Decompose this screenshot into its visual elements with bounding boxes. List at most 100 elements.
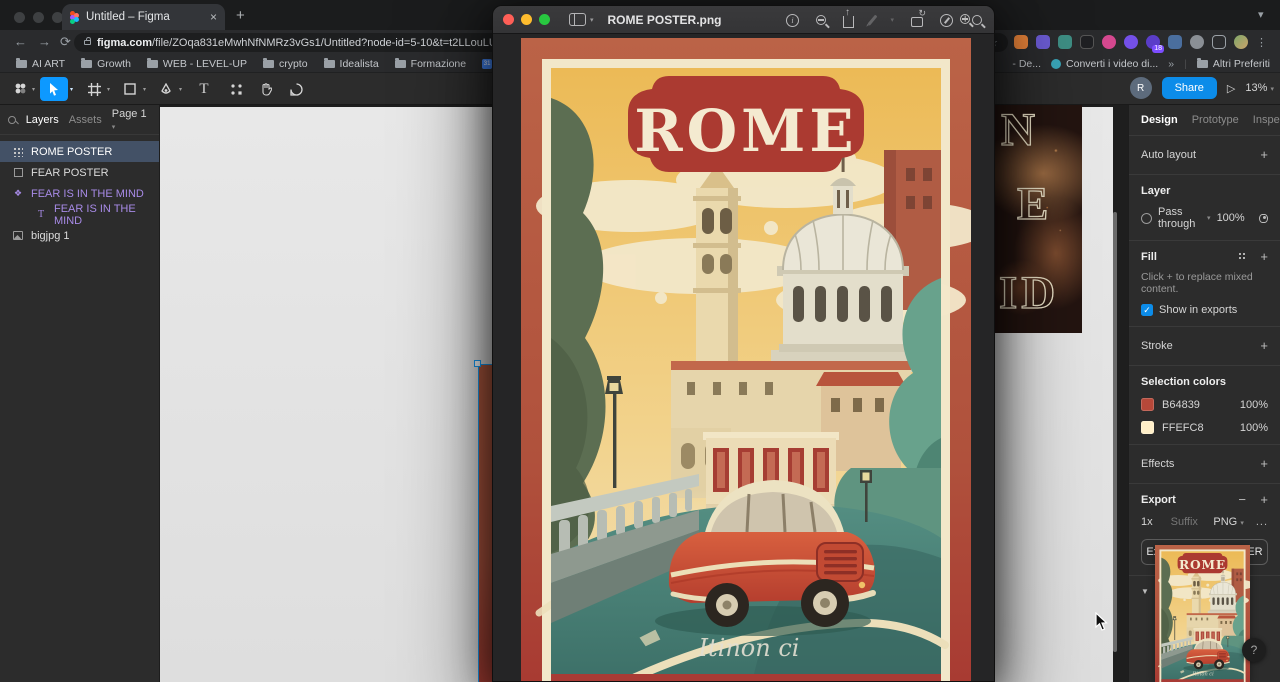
preview-collapse-icon[interactable]: ▼	[1141, 587, 1149, 596]
search-icon[interactable]	[8, 115, 16, 124]
extension-icon[interactable]	[1058, 35, 1072, 49]
folder-icon	[81, 57, 93, 68]
forward-icon[interactable]: →	[38, 34, 51, 49]
add-export-icon[interactable]: +	[1260, 492, 1268, 507]
selection-color-row[interactable]: FFEFC8 100%	[1141, 421, 1268, 434]
bookmark-item[interactable]: AI ART	[16, 57, 65, 70]
tab-prototype[interactable]: Prototype	[1192, 114, 1239, 126]
canvas-scrollbar[interactable]	[1113, 212, 1117, 652]
visibility-eye-icon[interactable]	[1258, 213, 1268, 223]
search-icon[interactable]	[972, 15, 982, 25]
highlight-chevron-icon[interactable]: ▾	[890, 16, 894, 24]
extension-icon[interactable]	[1014, 35, 1028, 49]
export-scale[interactable]: 1x	[1141, 516, 1153, 528]
frame-tool-icon[interactable]	[80, 77, 108, 101]
pen-tool-icon[interactable]	[152, 77, 180, 101]
close-window-icon[interactable]	[503, 14, 514, 25]
hand-tool-icon[interactable]	[252, 77, 280, 101]
extension-icon[interactable]	[1124, 35, 1138, 49]
export-suffix-placeholder[interactable]: Suffix	[1171, 516, 1198, 528]
extension-icon[interactable]	[1168, 35, 1182, 49]
share-button[interactable]: Share	[1161, 77, 1217, 99]
resources-tool-icon[interactable]	[222, 77, 250, 101]
blend-mode-icon[interactable]	[1141, 212, 1152, 224]
comment-tool-icon[interactable]	[282, 77, 310, 101]
extension-icon[interactable]	[1080, 35, 1094, 49]
layer-row-rome-poster[interactable]: ROME POSTER	[0, 141, 159, 162]
layer-row-bigjpg[interactable]: bigjpg 1	[0, 225, 159, 246]
bookmark-item[interactable]: Altri Preferiti	[1196, 57, 1270, 70]
export-options-icon[interactable]: ...	[1256, 516, 1268, 528]
preview-window[interactable]: ▾ ROME POSTER.png i ▾	[492, 5, 995, 682]
add-stroke-icon[interactable]: +	[1260, 338, 1268, 353]
page-selector[interactable]: Page 1 ▾	[112, 108, 151, 132]
present-icon[interactable]: ▷	[1227, 82, 1235, 95]
export-format-dropdown[interactable]: PNG ▾	[1213, 516, 1243, 528]
browser-tab[interactable]: Untitled – Figma ×	[62, 4, 225, 30]
bookmark-item[interactable]: Converti i video di...	[1051, 58, 1158, 70]
selection-handle[interactable]	[474, 360, 481, 367]
layer-row-component[interactable]: ❖ FEAR IS IN THE MIND	[0, 183, 159, 204]
share-icon[interactable]	[842, 7, 854, 28]
bookmark-item[interactable]: - De...	[1012, 58, 1041, 70]
bookmark-item[interactable]: crypto	[262, 57, 308, 70]
zoom-window-icon[interactable]	[539, 14, 550, 25]
tab-design[interactable]: Design	[1141, 114, 1178, 126]
tab-close-icon[interactable]: ×	[210, 10, 217, 24]
user-avatar[interactable]: R	[1129, 77, 1152, 99]
layer-opacity[interactable]: 100%	[1217, 212, 1245, 224]
bookmark-item[interactable]: WEB - LEVEL-UP	[146, 57, 247, 70]
layer-row-text[interactable]: T FEAR IS IN THE MIND	[0, 203, 159, 227]
bookmark-item[interactable]: Growth	[81, 57, 131, 70]
text-tool-icon[interactable]: T	[190, 77, 218, 101]
styles-grid-icon[interactable]	[1238, 252, 1246, 260]
remove-export-icon[interactable]: −	[1238, 492, 1246, 507]
tab-assets[interactable]: Assets	[69, 114, 102, 126]
rotate-icon[interactable]	[911, 8, 926, 27]
color-swatch[interactable]	[1141, 398, 1154, 411]
add-effect-icon[interactable]: +	[1260, 456, 1268, 471]
shape-tool-icon[interactable]	[116, 77, 144, 101]
figma-main-menu-icon[interactable]	[6, 77, 34, 101]
sidebar-toggle-icon[interactable]	[569, 13, 586, 26]
tab-inspect[interactable]: Inspect	[1253, 114, 1280, 126]
zoom-level-dropdown[interactable]: 13% ▾	[1245, 82, 1274, 94]
back-icon[interactable]: ←	[14, 34, 27, 49]
layer-row-fear-poster[interactable]: FEAR POSTER	[0, 162, 159, 183]
help-button[interactable]: ?	[1242, 638, 1266, 662]
profile-avatar[interactable]	[1234, 35, 1248, 49]
fear-poster-canvas-object[interactable]: N E ID	[995, 105, 1082, 333]
extension-icon[interactable]	[1102, 35, 1116, 49]
highlight-pen-icon[interactable]	[867, 14, 878, 26]
extension-icon[interactable]: 18	[1146, 35, 1164, 53]
bookmark-item[interactable]: Idealista	[323, 57, 379, 70]
reload-icon[interactable]: ⟳	[60, 34, 71, 50]
tab-search-chevron-icon[interactable]: ▾	[1258, 8, 1264, 21]
add-fill-icon[interactable]: +	[1260, 249, 1268, 264]
sidebar-chevron-icon[interactable]: ▾	[590, 16, 594, 24]
preview-titlebar[interactable]: ▾ ROME POSTER.png i ▾	[493, 6, 994, 34]
add-auto-layout-icon[interactable]: +	[1260, 147, 1268, 162]
move-tool-icon[interactable]	[40, 77, 68, 101]
close-window-icon[interactable]	[14, 12, 25, 23]
new-tab-button[interactable]: +	[236, 7, 245, 24]
zoom-out-icon[interactable]	[815, 15, 826, 25]
extension-icon[interactable]	[1036, 35, 1050, 49]
minimize-window-icon[interactable]	[521, 14, 532, 25]
rome-poster-canvas-edge[interactable]	[478, 364, 492, 682]
minimize-window-icon[interactable]	[33, 12, 44, 23]
tab-layers[interactable]: Layers	[26, 114, 59, 126]
browser-menu-icon[interactable]: ⋮	[1256, 36, 1268, 49]
zoom-in-icon[interactable]	[960, 14, 970, 24]
bookmarks-overflow-chevron[interactable]: »	[1168, 58, 1174, 70]
puzzle-extensions-icon[interactable]	[1190, 35, 1204, 49]
side-panel-icon[interactable]	[1212, 35, 1226, 49]
selection-color-row[interactable]: B64839 100%	[1141, 398, 1268, 411]
color-swatch[interactable]	[1141, 421, 1154, 434]
info-icon[interactable]: i	[785, 13, 799, 27]
auto-layout-label: Auto layout	[1141, 149, 1197, 161]
markup-icon[interactable]	[940, 13, 953, 27]
blend-mode-value[interactable]: Pass through	[1158, 206, 1201, 230]
show-in-exports-checkbox[interactable]: ✓	[1141, 304, 1153, 316]
bookmark-item[interactable]: Formazione	[394, 57, 466, 70]
